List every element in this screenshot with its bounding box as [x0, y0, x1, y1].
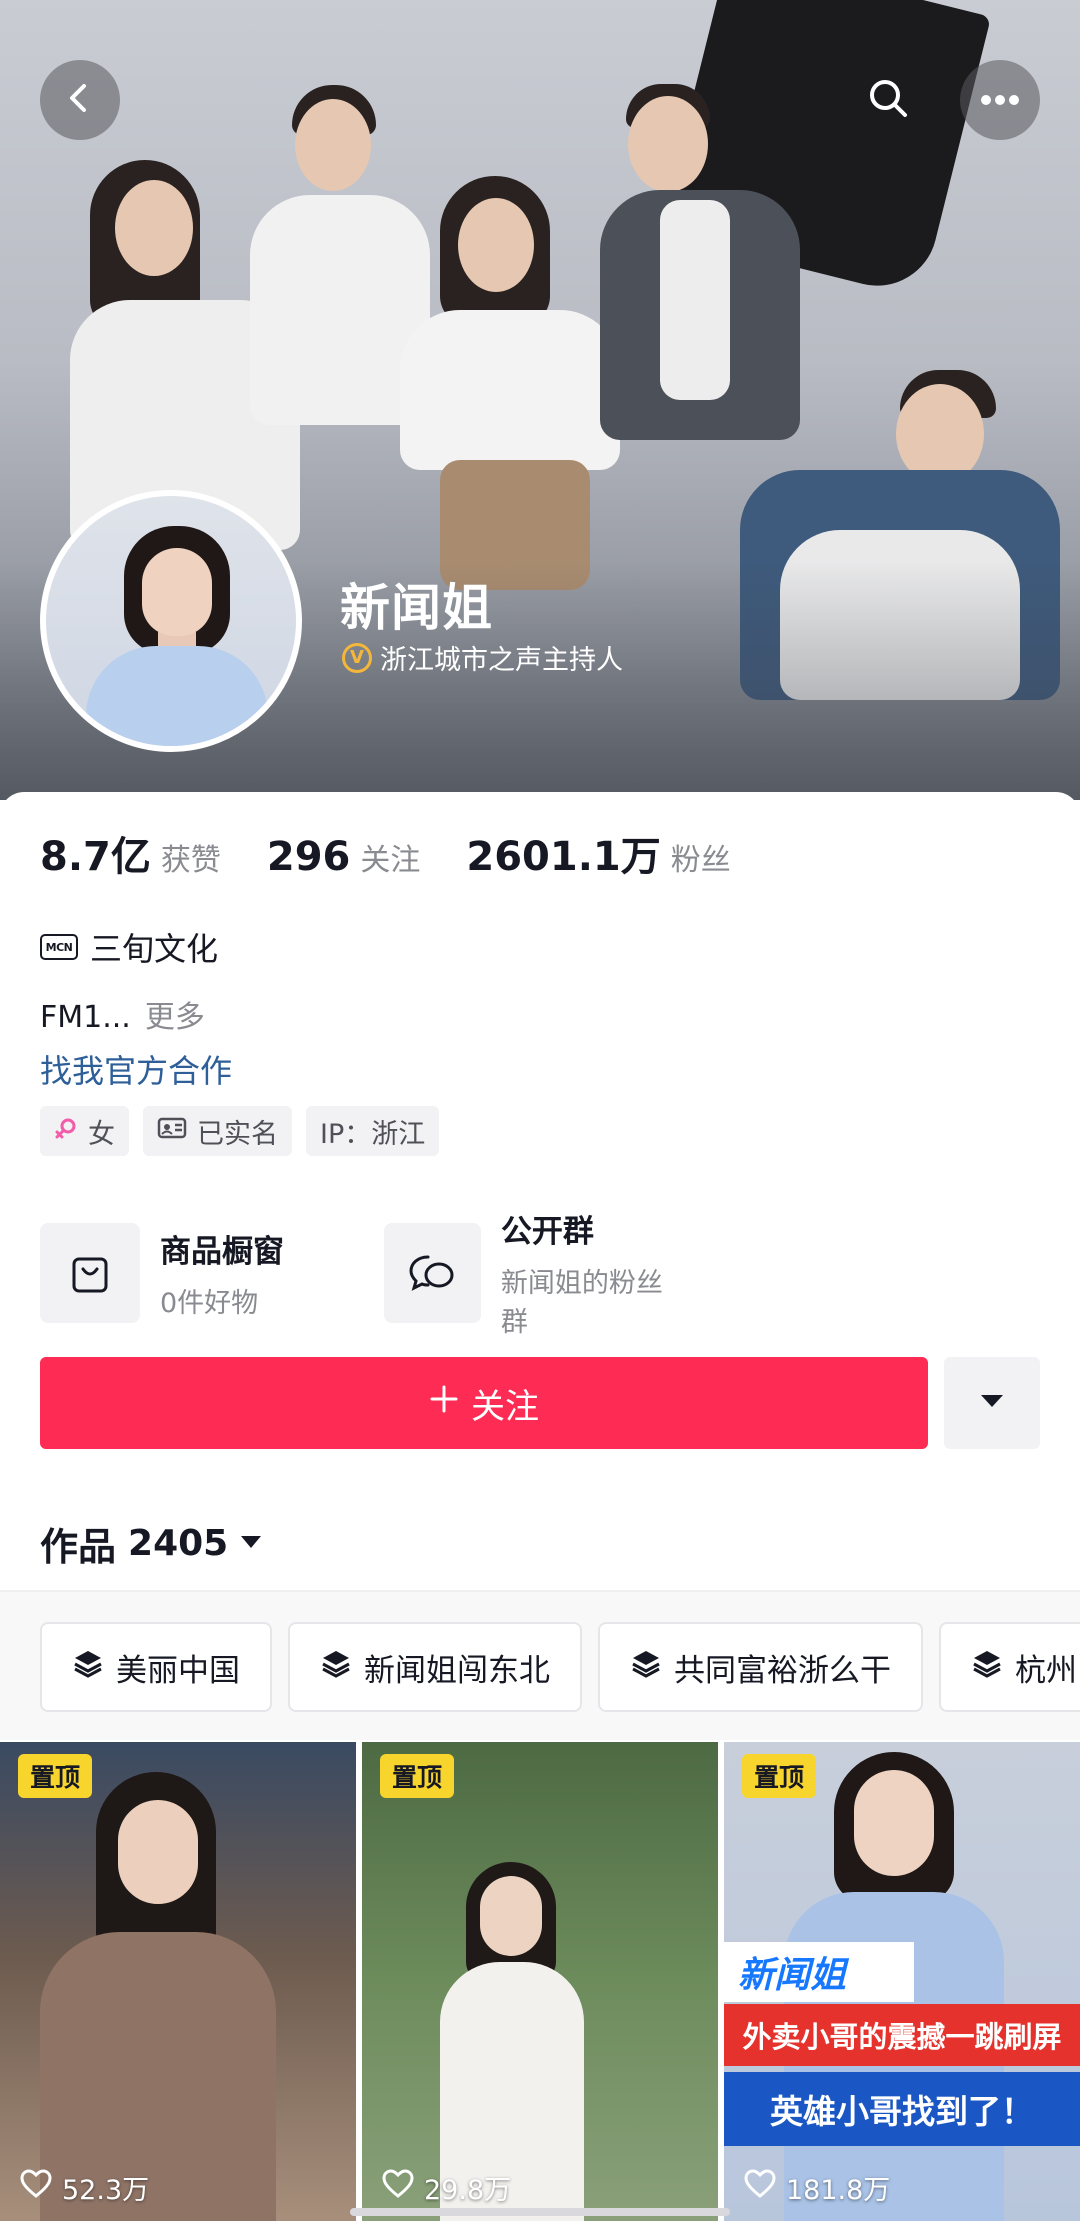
heart-icon [20, 2169, 52, 2206]
id-card-icon [157, 1116, 187, 1147]
stat-followers-label: 粉丝 [670, 843, 731, 878]
public-group-subtitle: 新闻姐的粉丝群 [500, 1268, 663, 1338]
shop-window-entry[interactable]: 商品橱窗 0件好物 [40, 1206, 340, 1339]
tag-ip-label: IP：浙江 [320, 1118, 426, 1150]
home-indicator[interactable] [350, 2208, 730, 2216]
cooperation-link[interactable]: 找我官方合作 [40, 1046, 232, 1092]
collection-label: 杭州 [1015, 1652, 1077, 1689]
video-caption-line-2: 英雄小哥找到了！ [724, 2072, 1080, 2146]
works-tab[interactable]: 作品 2405 [40, 1516, 262, 1571]
follow-button[interactable]: 关注 [40, 1357, 928, 1449]
chevron-left-icon [62, 80, 98, 120]
layers-icon [320, 1648, 352, 1686]
video-thumbnail[interactable]: 置顶 29.8万 [362, 1742, 718, 2221]
verified-badge-icon: V [342, 642, 372, 673]
stat-following-label: 关注 [360, 843, 421, 878]
heart-icon [744, 2169, 776, 2206]
collection-chip[interactable]: 共同富裕浙么干 [598, 1622, 923, 1712]
stat-followers[interactable]: 2601.1万 粉丝 [466, 824, 730, 882]
tag-verified-identity: 已实名 [143, 1106, 292, 1156]
layers-icon [72, 1648, 104, 1686]
stat-likes-value: 8.7亿 [40, 834, 151, 880]
collection-chip[interactable]: 美丽中国 [40, 1622, 272, 1712]
profile-card: 8.7亿 获赞 296 关注 2601.1万 粉丝 MCN 三旬文化 FM1..… [0, 792, 1080, 2221]
video-likes-count: 29.8万 [424, 2175, 512, 2206]
stats-row: 8.7亿 获赞 296 关注 2601.1万 粉丝 [40, 824, 777, 882]
tag-gender-label: 女 [88, 1118, 115, 1150]
shopping-bag-icon [40, 1222, 140, 1323]
news-logo-overlay: 新闻姐 [724, 1942, 914, 2002]
mcn-icon: MCN [40, 934, 78, 960]
services-row: 商品橱窗 0件好物 公开群 新闻姐的粉丝群 [40, 1206, 684, 1339]
follow-button-label: 关注 [471, 1386, 539, 1427]
tag-verified-label: 已实名 [197, 1118, 278, 1150]
bio-more-link[interactable]: 更多 [145, 1000, 205, 1035]
search-icon [866, 76, 910, 124]
video-likes: 29.8万 [382, 2168, 511, 2207]
more-options-button[interactable] [960, 60, 1040, 140]
public-group-entry[interactable]: 公开群 新闻姐的粉丝群 [384, 1206, 684, 1339]
works-label: 作品 [40, 1525, 117, 1569]
shop-window-title: 商品橱窗 [160, 1233, 284, 1270]
video-thumbnail[interactable]: 置顶 新闻姐 外卖小哥的震撼一跳刷屏 英雄小哥找到了！ 181.8万 [724, 1742, 1080, 2221]
mcn-row[interactable]: MCN 三旬文化 [40, 924, 218, 970]
pinned-badge: 置顶 [742, 1754, 817, 1798]
pinned-badge: 置顶 [18, 1754, 93, 1798]
tag-ip-location: IP：浙江 [306, 1106, 440, 1156]
collection-label: 新闻姐闯东北 [364, 1652, 550, 1689]
video-grid: 置顶 52.3万 置顶 29.8万 置顶 新闻姐 外卖小哥的震撼一跳刷屏 英雄小… [0, 1742, 1080, 2221]
public-group-title: 公开群 [500, 1214, 594, 1250]
video-likes: 181.8万 [744, 2168, 890, 2207]
search-button[interactable] [848, 60, 928, 140]
profile-tags: 女 已实名 IP：浙江 [40, 1106, 440, 1156]
layers-icon [630, 1648, 662, 1686]
video-thumbnail[interactable]: 置顶 52.3万 [0, 1742, 356, 2221]
collection-chip[interactable]: 杭州 [939, 1622, 1080, 1712]
tag-gender: 女 [40, 1106, 129, 1156]
bio-text: FM1... [40, 1000, 131, 1035]
video-caption-line-1: 外卖小哥的震撼一跳刷屏 [724, 2004, 1080, 2066]
collections-list: 美丽中国 新闻姐闯东北 共同富裕浙么干 杭州 [40, 1622, 1080, 1712]
profile-name: 新闻姐 [340, 579, 493, 637]
plus-icon [429, 1383, 459, 1423]
back-button[interactable] [40, 60, 120, 140]
collection-chip[interactable]: 新闻姐闯东北 [288, 1622, 582, 1712]
verification-text: 浙江城市之声主持人 [380, 645, 623, 676]
works-count: 2405 [128, 1523, 229, 1564]
caret-down-icon [240, 1534, 262, 1553]
stat-likes[interactable]: 8.7亿 获赞 [40, 824, 221, 882]
video-likes-count: 52.3万 [62, 2175, 150, 2206]
female-icon [54, 1116, 78, 1147]
heart-icon [382, 2169, 414, 2206]
layers-icon [971, 1648, 1003, 1686]
video-likes: 52.3万 [20, 2168, 149, 2207]
stat-likes-label: 获赞 [160, 843, 221, 878]
caret-down-icon [979, 1393, 1005, 1413]
video-likes-count: 181.8万 [786, 2175, 891, 2206]
mcn-name: 三旬文化 [90, 930, 219, 968]
verification-row: V 浙江城市之声主持人 [342, 638, 623, 677]
pinned-badge: 置顶 [380, 1754, 455, 1798]
bio: FM1... 更多 [40, 992, 205, 1036]
chat-group-icon [384, 1222, 481, 1323]
recommend-dropdown-button[interactable] [944, 1357, 1040, 1449]
avatar[interactable] [40, 490, 302, 752]
stat-followers-value: 2601.1万 [466, 834, 661, 880]
collection-label: 共同富裕浙么干 [674, 1652, 891, 1689]
stat-following[interactable]: 296 关注 [267, 834, 421, 880]
more-dots-icon [980, 91, 1020, 110]
collection-label: 美丽中国 [116, 1652, 240, 1689]
shop-window-subtitle: 0件好物 [160, 1287, 259, 1319]
stat-following-value: 296 [266, 834, 351, 880]
